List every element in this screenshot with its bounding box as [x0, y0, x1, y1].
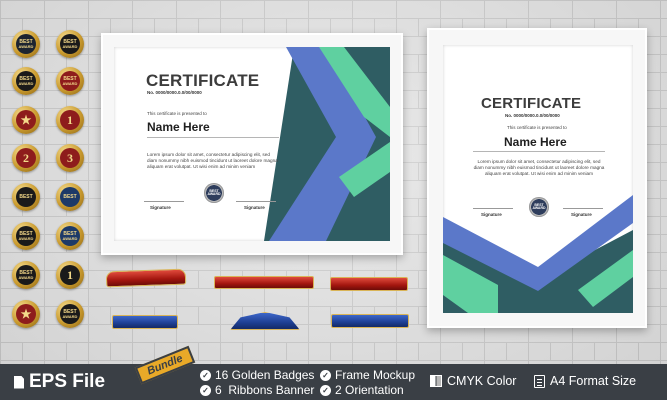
- best-award-badge-icon: BEST AWARD: [56, 222, 84, 250]
- landscape-signature-line-right: [236, 201, 276, 202]
- ribbon-banner-blue-1: [112, 315, 178, 329]
- best-award-badge-icon: BEST AWARD: [12, 30, 40, 58]
- best-badge-icon: BEST: [56, 183, 84, 211]
- number-one-badge-icon: 1: [56, 261, 84, 289]
- portrait-certificate: CERTIFICATE No. 0000/0000.0.0/00/0000 Th…: [443, 45, 633, 313]
- portrait-award-seal: BEST AWARD: [529, 197, 549, 217]
- best-award-badge-icon: BEST AWARD: [56, 300, 84, 328]
- portrait-recipient-name: Name Here: [504, 135, 567, 149]
- portrait-signature-line-left: [473, 208, 513, 209]
- landscape-award-seal: BEST AWARD: [204, 183, 224, 203]
- landscape-recipient-name: Name Here: [147, 120, 210, 134]
- feature-bar: EPS File ✓ 16 Golden Badges ✓ 6 Ribbons …: [0, 364, 667, 400]
- number-three-badge-icon: 3: [56, 144, 84, 172]
- eps-file-item: EPS File: [14, 371, 105, 393]
- document-icon: [534, 374, 545, 388]
- landscape-presented-text: This certificate is presented to: [147, 111, 207, 116]
- file-icon: [14, 375, 24, 389]
- portrait-name-underline: [473, 151, 605, 152]
- best-award-badge-icon: BEST AWARD: [12, 222, 40, 250]
- landscape-certificate: CERTIFICATE No. 0000/0000.0.0/00/0000 Th…: [114, 47, 390, 241]
- landscape-certificate-title: CERTIFICATE: [146, 71, 260, 90]
- check-circle-icon: ✓: [320, 369, 331, 381]
- landscape-certificate-number: No. 0000/0000.0.0/00/0000: [147, 90, 202, 95]
- feature-frame-mockup: ✓ Frame Mockup: [320, 368, 415, 382]
- portrait-signature-left: Signature: [481, 212, 502, 217]
- ribbon-banner-red-1: [105, 268, 187, 288]
- check-circle-icon: ✓: [200, 384, 211, 396]
- ribbon-banner-red-3: [330, 277, 408, 291]
- portrait-presented-text: This certificate is presented to: [507, 125, 567, 130]
- landscape-signature-right: Signature: [244, 205, 265, 210]
- check-circle-icon: ✓: [200, 369, 211, 381]
- landscape-body-text: Lorem ipsum dolor sit amet, consectetur …: [147, 152, 278, 169]
- a4-format-item: A4 Format Size: [534, 374, 636, 388]
- cmyk-color-item: CMYK Color: [430, 374, 516, 388]
- star-badge-icon: ★: [12, 300, 40, 328]
- check-circle-icon: ✓: [320, 384, 331, 396]
- portrait-body-text: Lorem ipsum dolor sit amet, consectetur …: [473, 159, 605, 176]
- best-award-badge-icon: BEST AWARD: [56, 30, 84, 58]
- feature-ribbons-banner: ✓ 6 Ribbons Banner: [200, 383, 314, 397]
- best-award-badge-icon: BEST AWARD: [56, 67, 84, 95]
- landscape-signature-left: Signature: [150, 205, 171, 210]
- ribbon-banner-red-2: [214, 276, 314, 289]
- feature-golden-badges: ✓ 16 Golden Badges: [200, 368, 314, 382]
- number-one-badge-icon: 1: [56, 106, 84, 134]
- ribbon-banner-blue-3: [331, 314, 409, 328]
- star-badge-icon: ★: [12, 106, 40, 134]
- feature-orientation: ✓ 2 Orientation: [320, 383, 404, 397]
- best-award-badge-icon: BEST AWARD: [12, 261, 40, 289]
- portrait-signature-line-right: [563, 208, 603, 209]
- color-grid-icon: [430, 375, 442, 387]
- eps-file-label: EPS File: [29, 371, 106, 392]
- landscape-signature-line-left: [144, 201, 184, 202]
- portrait-chevron-graphic: [443, 195, 633, 313]
- number-two-badge-icon: 2: [12, 144, 40, 172]
- portrait-certificate-number: No. 0000/0000.0.0/00/0000: [505, 113, 560, 118]
- landscape-name-underline: [147, 137, 279, 138]
- portrait-signature-right: Signature: [571, 212, 592, 217]
- portrait-certificate-title: CERTIFICATE: [481, 95, 582, 112]
- best-badge-icon: BEST: [12, 183, 40, 211]
- best-award-badge-icon: BEST AWARD: [12, 67, 40, 95]
